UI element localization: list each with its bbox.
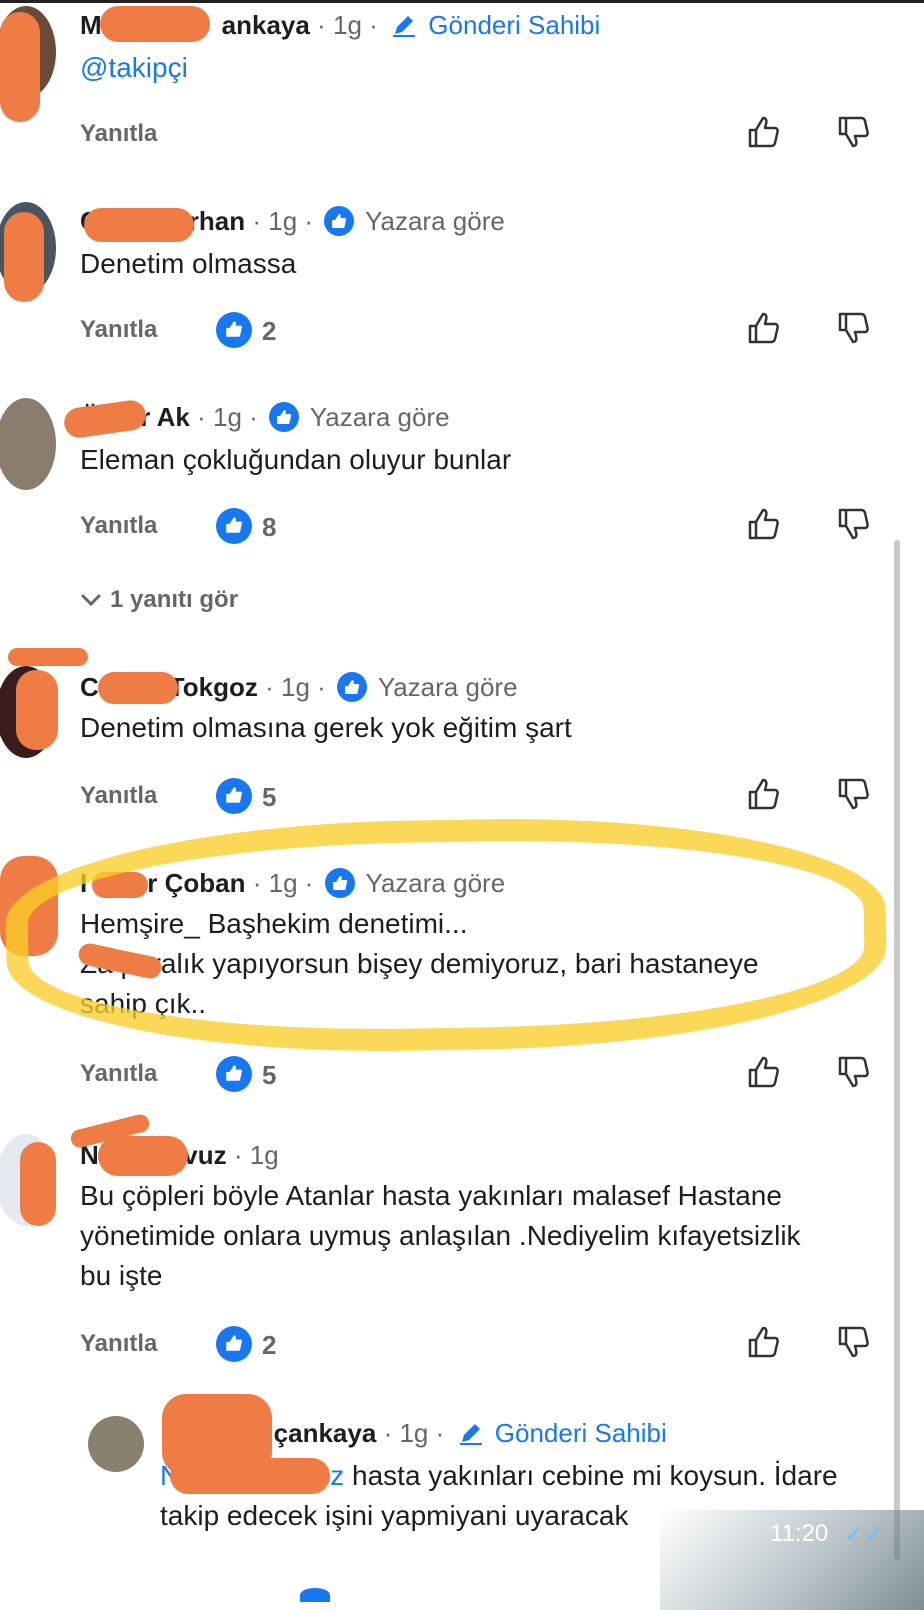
comment-actions: Yanıtla 5 — [80, 778, 880, 818]
dislike-icon[interactable] — [834, 308, 874, 348]
dislike-icon[interactable] — [834, 774, 874, 814]
like-count[interactable]: 2 — [216, 312, 276, 348]
comment-actions: Yanıtla 8 — [80, 508, 880, 548]
like-icon[interactable] — [744, 112, 784, 152]
redaction-mark — [8, 648, 88, 666]
message-time: 11:20 — [770, 1520, 829, 1547]
comment-age: · 1g · — [317, 10, 378, 40]
pencil-icon — [459, 1424, 482, 1445]
reply-button[interactable]: Yanıtla — [80, 782, 157, 810]
reply-button[interactable]: Yanıtla — [80, 316, 157, 344]
mention-link[interactable]: @takipçi — [80, 52, 188, 83]
chevron-down-icon — [81, 594, 101, 607]
redaction-mark — [100, 6, 210, 42]
like-reaction-icon — [216, 508, 252, 544]
reply-button[interactable]: Yanıtla — [80, 1330, 157, 1358]
comment-age: · 1g · — [197, 402, 258, 432]
like-icon[interactable] — [744, 504, 784, 544]
comment-age: · 1g — [233, 1140, 279, 1170]
reply-button[interactable]: Yanıtla — [80, 120, 157, 148]
comment-text: Denetim olmasına gerek yok eğitim şart — [80, 712, 572, 743]
like-icon[interactable] — [744, 308, 784, 348]
reply-button[interactable]: Yanıtla — [80, 512, 157, 540]
read-ticks-icon: ✓✓ — [844, 1521, 885, 1548]
dislike-icon[interactable] — [834, 1322, 874, 1362]
like-reaction-icon — [216, 312, 252, 348]
comment-actions: Yanıtla 2 — [80, 1326, 880, 1366]
redaction-mark — [84, 208, 194, 242]
redaction-mark — [16, 670, 58, 750]
like-icon[interactable] — [744, 1052, 784, 1092]
like-reaction-icon — [216, 778, 252, 814]
redaction-mark — [98, 672, 178, 704]
redaction-mark — [170, 1458, 330, 1494]
like-count[interactable]: 5 — [216, 778, 276, 814]
comment-actions: Yanıtla 5 — [80, 1056, 880, 1096]
redaction-mark — [98, 1136, 188, 1176]
comment-actions: Yanıtla — [80, 116, 880, 156]
like-icon[interactable] — [744, 1322, 784, 1362]
like-icon[interactable] — [744, 774, 784, 814]
like-reaction-icon — [216, 1326, 252, 1362]
comment-text: Denetim olmassa — [80, 248, 297, 279]
comment-text-line: bu işte — [80, 1260, 163, 1291]
comment-text: Eleman çokluğundan oluyur bunlar — [80, 444, 512, 475]
view-replies-link[interactable]: 1 yanıtı gör — [80, 586, 238, 614]
comment-age: · 1g · — [252, 206, 314, 236]
post-owner-badge: Gönderi Sahibi — [494, 1418, 667, 1448]
dislike-icon[interactable] — [834, 112, 874, 152]
author-like-badge-icon — [337, 672, 368, 702]
like-count[interactable]: 5 — [216, 1056, 276, 1092]
comment-text: Bu çöpleri böyle Atanlar hasta yakınları… — [80, 1176, 880, 1296]
avatar[interactable] — [88, 1416, 144, 1472]
redaction-mark — [0, 12, 40, 122]
redaction-mark — [4, 212, 44, 302]
comment-text-line: yönetimide onlara uymuş anlaşılan .Nediy… — [80, 1220, 801, 1251]
dislike-icon[interactable] — [834, 1052, 874, 1092]
avatar[interactable] — [0, 398, 56, 490]
comment-age: · 1g · — [265, 672, 326, 702]
scrollbar[interactable] — [894, 540, 900, 1560]
comment-actions: Yanıtla 2 — [80, 312, 880, 352]
comment-text: @takipçi — [80, 48, 880, 88]
author-like-badge-icon — [269, 402, 300, 432]
comment-text-line: Bu çöpleri böyle Atanlar hasta yakınları… — [80, 1180, 782, 1211]
pencil-icon — [393, 16, 416, 37]
redaction-mark — [20, 1142, 56, 1226]
like-count[interactable]: 2 — [216, 1326, 276, 1362]
by-author-label: Yazara göre — [365, 206, 505, 236]
like-reaction-icon — [216, 1056, 252, 1092]
comment-age: · 1g · — [383, 1418, 445, 1448]
post-owner-badge: Gönderi Sahibi — [428, 10, 601, 40]
like-count[interactable]: 8 — [216, 508, 276, 544]
top-border — [0, 0, 924, 3]
by-author-label: Yazara göre — [309, 402, 450, 432]
dislike-icon[interactable] — [834, 504, 874, 544]
author-like-badge-icon — [324, 206, 355, 236]
by-author-label: Yazara göre — [377, 672, 518, 702]
reply-button[interactable]: Yanıtla — [80, 1060, 157, 1088]
